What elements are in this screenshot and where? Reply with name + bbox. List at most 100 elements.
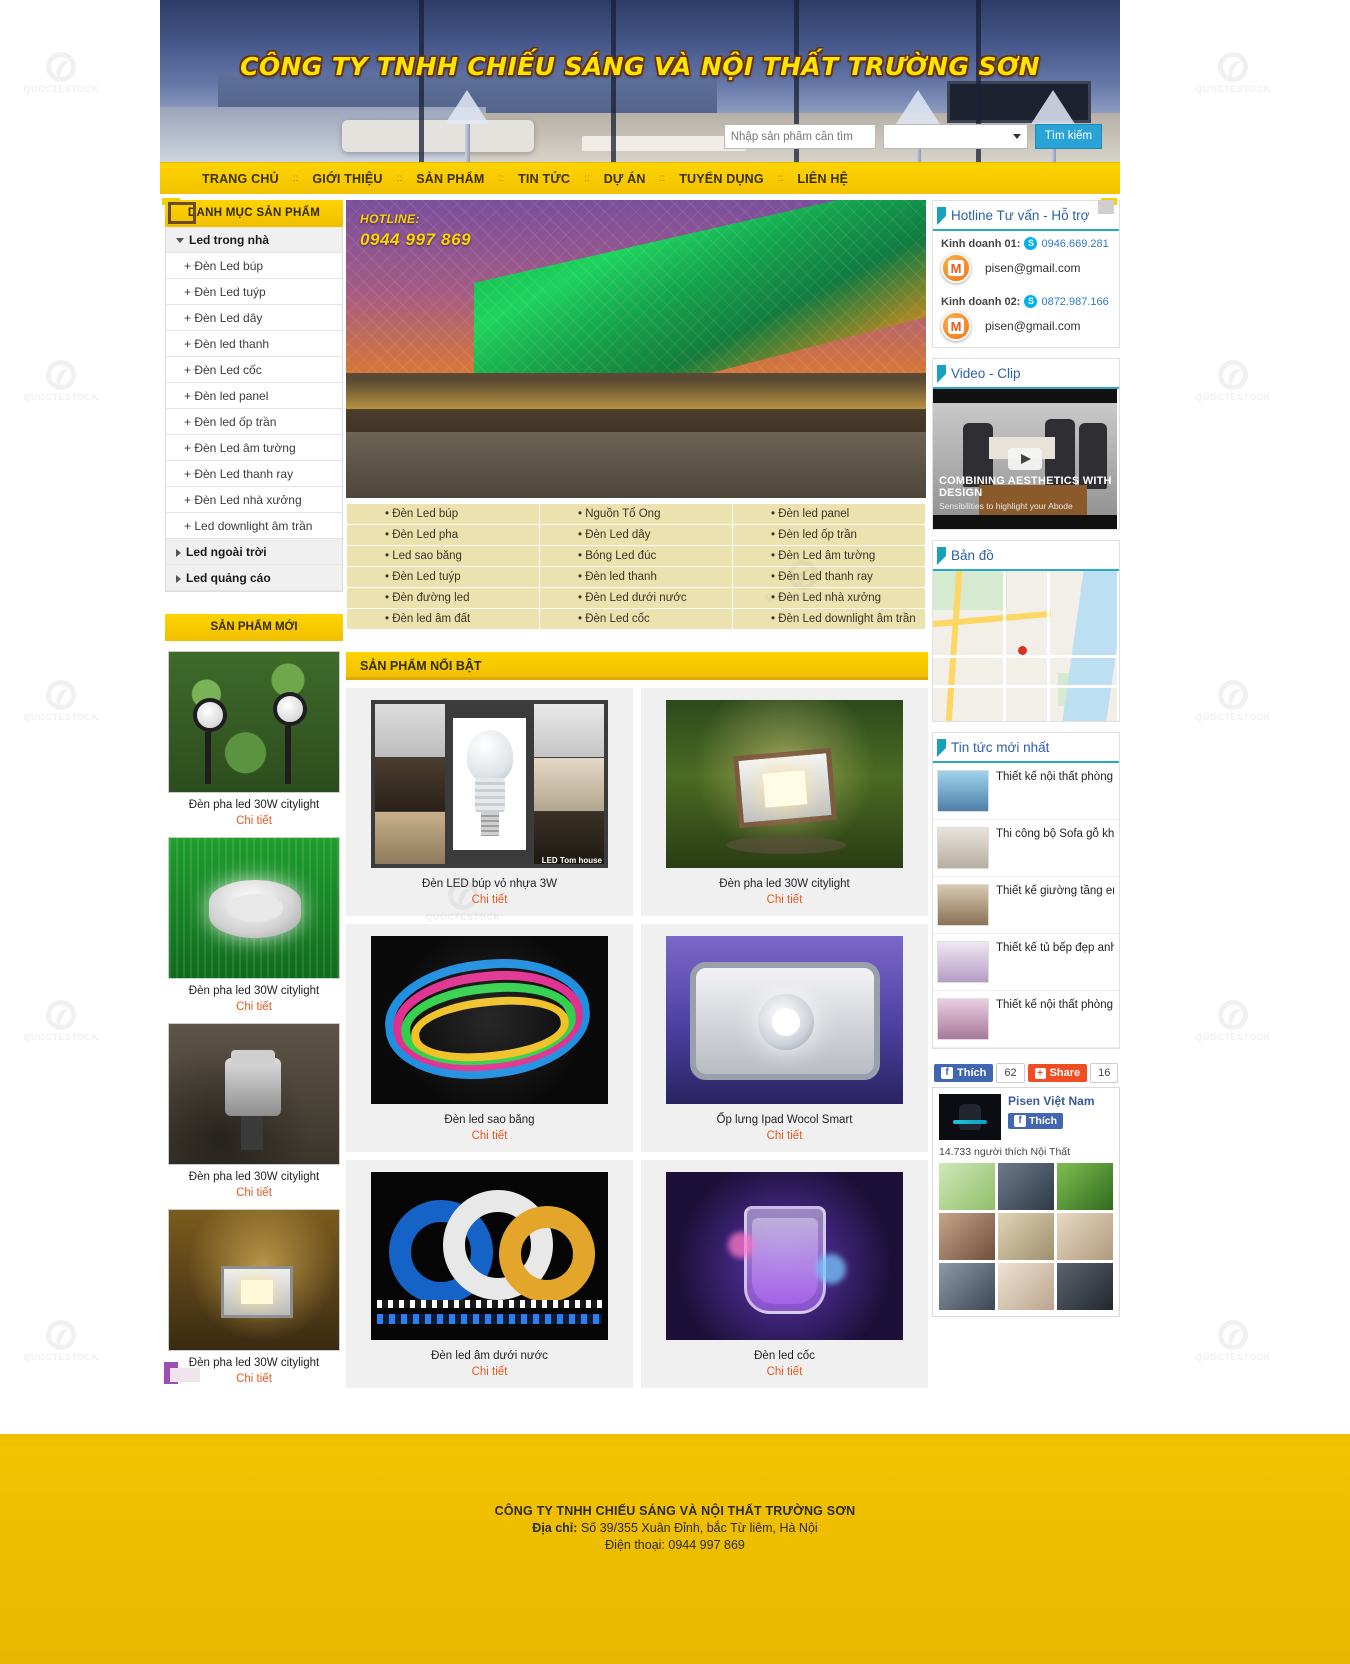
product-card[interactable]: LED Tom house Đèn LED búp vỏ nhựa 3W Chi…	[346, 688, 633, 916]
sidebar-item-den-led-op-tran[interactable]: + Đèn led ốp trần	[166, 409, 342, 435]
news-thumbnail[interactable]	[164, 200, 1114, 1384]
category-cell[interactable]: Nguồn Tổ Ong	[539, 503, 733, 525]
news-title[interactable]: Thiết kế nội thất phòng trẻ em	[996, 998, 1114, 1013]
product-image[interactable]	[371, 1172, 608, 1340]
sidebar-item-den-led-am-tuong[interactable]: + Đèn Led âm tường	[166, 435, 342, 461]
sidebar-item-led-downlight-am-tran[interactable]: + Led downlight âm trần	[166, 513, 342, 539]
category-cell[interactable]: Đèn Led downlight âm trần	[732, 608, 926, 630]
list-item[interactable]: Thi công bộ Sofa gỗ khách	[166, 820, 1119, 1382]
category-cell[interactable]: Đèn Led dây	[539, 524, 733, 546]
sidebar-item-led-ngoai-troi[interactable]: Led ngoài trời	[166, 539, 342, 565]
news-thumbnail[interactable]	[170, 998, 989, 1382]
product-detail-link[interactable]: Chi tiết	[165, 1001, 343, 1013]
product-card[interactable]: Đèn led âm dưới nước Chi tiết	[346, 1160, 633, 1388]
category-cell[interactable]: Đèn led thanh	[539, 566, 733, 588]
list-item[interactable]: Thiết kế nội thất phòng trẻ em	[170, 991, 1119, 1382]
product-card[interactable]: Ốp lưng Ipad Wocol Smart Chi tiết	[641, 924, 928, 1152]
list-item[interactable]: Đèn pha led 30W citylight Chi tiết	[165, 1209, 343, 1385]
facebook-like-button[interactable]: f Thích	[934, 1064, 994, 1082]
list-item[interactable]: Thiết kế giường tầng em	[168, 202, 1119, 934]
product-detail-link[interactable]: Chi tiết	[356, 894, 623, 906]
avatar[interactable]	[998, 1163, 1054, 1210]
product-thumbnail[interactable]	[168, 1209, 340, 1351]
avatar[interactable]	[998, 1263, 1054, 1310]
sidebar-item-den-led-coc[interactable]: + Đèn Led cốc	[166, 357, 342, 383]
video-thumbnail[interactable]: COMBINING AESTHETICS WITH DESIGN Sensibi…	[933, 389, 1117, 529]
sidebar-item-led-trong-nha[interactable]: Led trong nhà	[166, 227, 342, 253]
category-cell[interactable]: Đèn Led pha	[346, 524, 540, 546]
nav-item-trang-chu[interactable]: TRANG CHỦ	[190, 172, 291, 186]
gmail-icon[interactable]	[941, 311, 971, 341]
product-thumbnail[interactable]	[168, 837, 340, 979]
category-cell[interactable]: Đèn đường led	[346, 587, 540, 609]
nav-item-du-an[interactable]: DỰ ÁN	[592, 172, 658, 186]
search-category-select[interactable]	[882, 124, 1028, 149]
category-cell[interactable]: Đèn Led cốc	[539, 608, 733, 630]
nav-item-tuyen-dung[interactable]: TUYỂN DỤNG	[667, 172, 776, 186]
gmail-icon[interactable]	[941, 253, 971, 283]
skype-icon[interactable]: S	[1024, 237, 1038, 250]
contact-phone[interactable]: 0872.987.166	[1041, 296, 1108, 308]
list-item[interactable]: Thiết kế tủ bếp đẹp anh Kiên	[164, 200, 1119, 1384]
facebook-share-button[interactable]: + Share	[1027, 1064, 1088, 1082]
news-thumbnail[interactable]	[162, 198, 1117, 812]
news-thumbnail[interactable]	[168, 202, 989, 926]
category-cell[interactable]: Led sao băng	[346, 545, 540, 567]
category-cell[interactable]: Đèn led panel	[732, 503, 926, 525]
sidebar-item-led-quang-cao[interactable]: Led quảng cáo	[166, 565, 342, 591]
map-thumbnail[interactable]	[933, 571, 1117, 721]
nav-item-lien-he[interactable]: LIÊN HỆ	[785, 172, 860, 186]
product-thumbnail[interactable]	[168, 1023, 340, 1165]
search-button[interactable]: Tìm kiếm	[1034, 124, 1102, 149]
list-item[interactable]: Đèn pha led 30W citylight Chi tiết	[165, 651, 343, 827]
product-card[interactable]: Đèn led sao băng Chi tiết	[346, 924, 633, 1152]
sidebar-item-den-led-bup[interactable]: + Đèn Led búp	[166, 253, 342, 279]
contact-email[interactable]: pisen@gmail.com	[985, 319, 1081, 333]
product-image[interactable]: LED Tom house	[371, 700, 608, 868]
product-detail-link[interactable]: Chi tiết	[165, 815, 343, 827]
news-title[interactable]: Thiết kế tủ bếp đẹp anh Kiên	[996, 941, 1114, 956]
category-cell[interactable]: Đèn Led dưới nước	[539, 587, 733, 609]
product-detail-link[interactable]: Chi tiết	[651, 1366, 918, 1378]
product-card[interactable]: Đèn pha led 30W citylight Chi tiết	[641, 688, 928, 916]
nav-item-tin-tuc[interactable]: TIN TỨC	[506, 172, 582, 186]
avatar[interactable]	[939, 1213, 995, 1260]
category-cell[interactable]: Đèn led ốp trần	[732, 524, 926, 546]
skype-icon[interactable]: S	[1024, 295, 1038, 308]
sidebar-item-den-led-thanh-ray[interactable]: + Đèn Led thanh ray	[166, 461, 342, 487]
contact-phone[interactable]: 0946.669.281	[1041, 238, 1108, 250]
product-thumbnail[interactable]	[168, 651, 340, 793]
facebook-page-name[interactable]: Pisen Việt Nam	[1008, 1094, 1094, 1108]
avatar[interactable]	[939, 1163, 995, 1210]
sidebar-item-den-led-day[interactable]: + Đèn Led dây	[166, 305, 342, 331]
category-cell[interactable]: Đèn Led thanh ray	[732, 566, 926, 588]
product-detail-link[interactable]: Chi tiết	[165, 1187, 343, 1199]
sidebar-item-den-led-tuyp[interactable]: + Đèn Led tuýp	[166, 279, 342, 305]
product-image[interactable]	[666, 1172, 903, 1340]
product-image[interactable]	[371, 936, 608, 1104]
facebook-page-like-button[interactable]: f Thích	[1008, 1113, 1063, 1129]
news-title[interactable]: Thi công bộ Sofa gỗ khách	[996, 827, 1114, 842]
avatar[interactable]	[1057, 1263, 1113, 1310]
product-detail-link[interactable]: Chi tiết	[356, 1130, 623, 1142]
product-detail-link[interactable]: Chi tiết	[651, 1130, 918, 1142]
list-item[interactable]: Đèn pha led 30W citylight Chi tiết	[165, 837, 343, 1013]
sidebar-item-den-led-thanh[interactable]: + Đèn led thanh	[166, 331, 342, 357]
product-detail-link[interactable]: Chi tiết	[356, 1366, 623, 1378]
news-title[interactable]: Thiết kế nội thất phòng trẻ em - Linh Đà…	[996, 770, 1114, 785]
list-item[interactable]: Đèn pha led 30W citylight Chi tiết	[165, 1023, 343, 1199]
category-cell[interactable]: Đèn Led âm tường	[732, 545, 926, 567]
category-cell[interactable]: Đèn led âm đất	[346, 608, 540, 630]
avatar[interactable]	[1057, 1213, 1113, 1260]
category-cell[interactable]: Bóng Led đúc	[539, 545, 733, 567]
category-cell[interactable]: Đèn Led nhà xưởng	[732, 587, 926, 609]
sidebar-item-den-led-nha-xuong[interactable]: + Đèn Led nhà xưởng	[166, 487, 342, 513]
contact-email[interactable]: pisen@gmail.com	[985, 261, 1081, 275]
nav-item-san-pham[interactable]: SẢN PHẨM	[404, 172, 496, 186]
avatar[interactable]	[1057, 1163, 1113, 1210]
search-input[interactable]	[723, 124, 876, 149]
product-image[interactable]	[666, 936, 903, 1104]
play-icon[interactable]	[1008, 448, 1042, 470]
nav-item-gioi-thieu[interactable]: GIỚI THIỆU	[300, 172, 394, 186]
product-card[interactable]: Đèn led cốc Chi tiết	[641, 1160, 928, 1388]
